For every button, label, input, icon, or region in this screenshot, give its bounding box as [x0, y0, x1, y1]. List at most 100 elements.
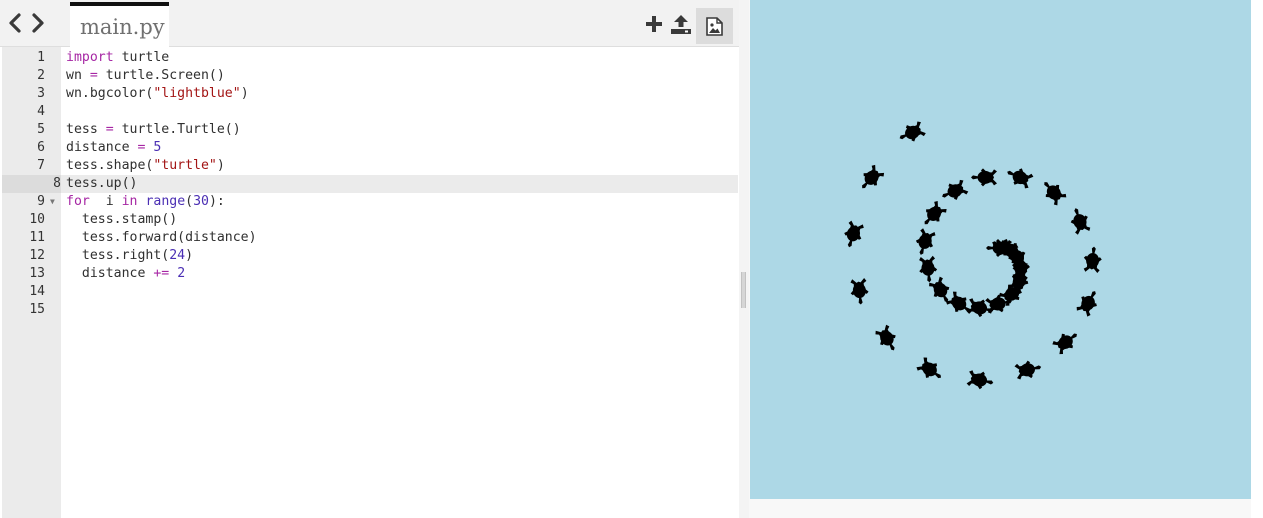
line-number-gutter: 1 2 3 4 5 6 7 8 9 ▼ 10 11 12 13 14 15	[2, 47, 61, 518]
code-area[interactable]: import turtle wn = turtle.Screen() wn.bgco…	[61, 47, 738, 518]
code-line[interactable]	[61, 301, 738, 319]
turtle-canvas	[750, 0, 1251, 499]
line-number-text: 2	[37, 68, 45, 83]
turtle-graphics	[844, 121, 1102, 390]
turtle-stamp	[915, 228, 936, 255]
code-line[interactable]	[61, 283, 738, 301]
turtle-stamp-shell	[977, 170, 993, 184]
line-number-text: 5	[37, 122, 45, 137]
turtle-stamp	[966, 370, 994, 390]
line-number: 8	[2, 175, 61, 193]
code-line-text: for i in range(30):	[66, 194, 225, 209]
code-line-text: wn.bgcolor("lightblue")	[66, 86, 249, 101]
turtle-stamp-shell	[933, 282, 948, 298]
turtle-stamp	[1070, 208, 1091, 235]
editor-toolbar: main.py	[0, 0, 739, 47]
code-editor: main.py 1 2 3 4 5 6 7 8 9 ▼ 10 11 12 13 14 15 import tu…	[0, 0, 740, 518]
code-line-text: tess.forward(distance)	[66, 230, 257, 245]
turtle-stamp	[1014, 360, 1042, 380]
code-line[interactable]	[61, 103, 738, 121]
turtle-stamp	[850, 278, 869, 305]
panel-splitter[interactable]	[739, 0, 749, 518]
plus-icon	[646, 16, 662, 32]
code-line-text: tess.right(24)	[66, 248, 194, 263]
line-number: 1	[2, 49, 45, 67]
code-line[interactable]: tess.right(24)	[61, 247, 738, 265]
line-number: 14	[2, 283, 45, 301]
line-number: 15	[2, 301, 45, 319]
code-line[interactable]: distance = 5	[61, 139, 738, 157]
turtle-stamp	[862, 164, 885, 189]
image-output-button[interactable]	[696, 8, 733, 44]
code-line[interactable]: tess = turtle.Turtle()	[61, 121, 738, 139]
output-scroll-strip	[1251, 0, 1263, 518]
upload-icon	[671, 15, 691, 34]
line-number: 12	[2, 247, 45, 265]
turtle-stamp	[945, 291, 971, 313]
line-number: 6	[2, 139, 45, 157]
turtle-stamp	[916, 357, 942, 379]
line-number-text: 8	[53, 176, 61, 191]
turtle-stamp-shell	[1081, 295, 1095, 311]
line-number-text: 14	[29, 284, 45, 299]
chevron-right-icon[interactable]	[29, 12, 47, 34]
image-icon	[706, 17, 723, 36]
line-number-text: 12	[29, 248, 45, 263]
add-file-button[interactable]	[642, 12, 666, 36]
line-number: 10	[2, 211, 45, 229]
code-line[interactable]: distance += 2	[61, 265, 738, 283]
chevron-left-icon[interactable]	[6, 12, 24, 34]
code-line[interactable]: tess.up()	[61, 175, 738, 193]
turtle-stamp	[1052, 333, 1077, 355]
line-number: 7	[2, 157, 45, 175]
line-number-text: 4	[37, 104, 45, 119]
code-line[interactable]: tess.forward(distance)	[61, 229, 738, 247]
upload-button[interactable]	[669, 12, 693, 36]
line-number: 2	[2, 67, 45, 85]
line-number: 5	[2, 121, 45, 139]
code-line[interactable]: for i in range(30):	[61, 193, 738, 211]
line-number: 9 ▼	[2, 193, 55, 211]
line-number-text: 1	[37, 50, 45, 65]
line-number: 3	[2, 85, 45, 103]
code-line[interactable]: wn = turtle.Screen()	[61, 67, 738, 85]
code-line-text: distance = 5	[66, 140, 162, 155]
code-line-text: distance += 2	[66, 266, 186, 281]
code-line-text: wn = turtle.Screen()	[66, 68, 225, 83]
code-line-text: tess.up()	[66, 176, 138, 191]
code-line-text: tess.shape("turtle")	[66, 158, 225, 173]
turtle-stamp-shell	[880, 330, 894, 346]
code-line[interactable]: tess.stamp()	[61, 211, 738, 229]
turtle-stamp	[875, 324, 896, 351]
code-line-text: tess.stamp()	[66, 212, 178, 227]
code-line-text: tess = turtle.Turtle()	[66, 122, 241, 137]
turtle-stamp	[899, 121, 926, 142]
line-number-text: 9	[37, 194, 45, 209]
turtle-stamp	[919, 255, 938, 283]
turtle-stamp	[942, 179, 969, 200]
line-number-text: 13	[29, 266, 45, 281]
turtle-stamp	[1076, 291, 1097, 317]
line-number-text: 11	[29, 230, 45, 245]
turtle-stamp	[971, 168, 997, 187]
file-tab-main[interactable]: main.py	[70, 2, 169, 47]
line-number-text: 3	[37, 86, 45, 101]
fold-toggle-icon[interactable]: ▼	[50, 193, 55, 211]
splitter-handle[interactable]	[741, 272, 746, 308]
code-line[interactable]: tess.shape("turtle")	[61, 157, 738, 175]
code-line[interactable]: import turtle	[61, 49, 738, 67]
turtle-stamp	[924, 200, 947, 225]
turtle-stamp	[1007, 168, 1034, 189]
file-tab-label: main.py	[80, 15, 165, 39]
code-line[interactable]: wn.bgcolor("lightblue")	[61, 85, 738, 103]
line-number-text: 6	[37, 140, 45, 155]
code-line-text: import turtle	[66, 50, 170, 65]
line-number-text: 10	[29, 212, 45, 227]
turtle-stamp	[1083, 246, 1102, 274]
turtle-stamp	[1044, 182, 1067, 206]
turtle-stamp	[844, 220, 864, 248]
output-panel	[749, 0, 1263, 518]
